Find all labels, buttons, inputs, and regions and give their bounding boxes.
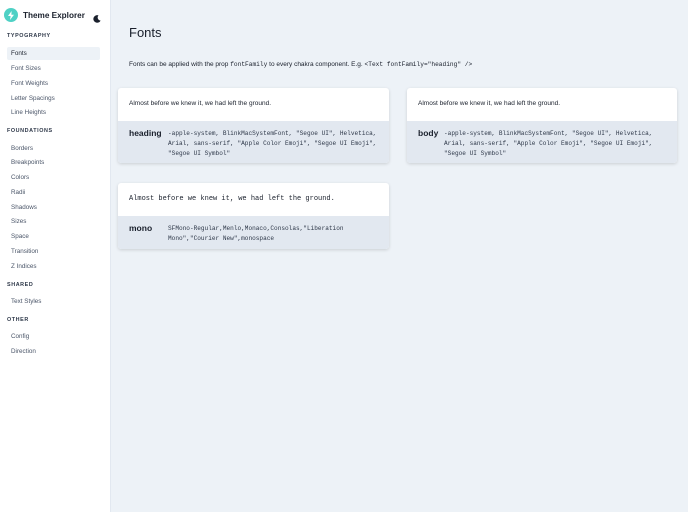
main-content: Fonts Fonts can be applied with the prop… — [111, 0, 688, 512]
font-card-body: Almost before we knew it, we had left th… — [407, 88, 677, 163]
intro-code-example: <Text fontFamily="heading" /> — [364, 61, 473, 68]
sidebar-item-fonts[interactable]: Fonts — [7, 47, 100, 60]
moon-icon[interactable] — [93, 10, 101, 23]
lightning-bolt-icon — [4, 8, 18, 22]
sidebar: Theme Explorer Typography Fonts Font Siz… — [0, 0, 111, 512]
sidebar-item-letter-spacings[interactable]: Letter Spacings — [7, 92, 100, 105]
font-sample: Almost before we knew it, we had left th… — [129, 195, 335, 203]
font-card-mono: Almost before we knew it, we had left th… — [118, 183, 389, 249]
sidebar-item-direction[interactable]: Direction — [7, 345, 100, 358]
font-sample: Almost before we knew it, we had left th… — [418, 100, 560, 107]
token-value: -apple-system, BlinkMacSystemFont, "Sego… — [168, 130, 377, 157]
sidebar-item-font-sizes[interactable]: Font Sizes — [7, 62, 100, 75]
page-title: Fonts — [129, 25, 162, 40]
sidebar-item-line-heights[interactable]: Line Heights — [7, 106, 100, 119]
font-token: mono SFMono-Regular,Menlo,Monaco,Consola… — [118, 216, 389, 249]
sidebar-item-z-indices[interactable]: Z Indices — [7, 260, 100, 273]
section-other: Other — [7, 317, 29, 323]
font-token: body -apple-system, BlinkMacSystemFont, … — [407, 121, 677, 163]
font-card-heading: Almost before we knew it, we had left th… — [118, 88, 389, 163]
intro-text-part-2: to every chakra component. E.g. — [269, 61, 363, 68]
sidebar-item-colors[interactable]: Colors — [7, 171, 100, 184]
section-typography: Typography — [7, 33, 51, 39]
sidebar-item-text-styles[interactable]: Text Styles — [7, 295, 100, 308]
section-shared: Shared — [7, 282, 34, 288]
intro-text-part-1: Fonts can be applied with the prop — [129, 61, 229, 68]
sidebar-item-radii[interactable]: Radii — [7, 186, 100, 199]
font-sample: Almost before we knew it, we had left th… — [129, 100, 271, 107]
token-value: SFMono-Regular,Menlo,Monaco,Consolas,"Li… — [168, 225, 344, 242]
token-value: -apple-system, BlinkMacSystemFont, "Sego… — [444, 130, 653, 157]
sidebar-item-breakpoints[interactable]: Breakpoints — [7, 156, 100, 169]
sidebar-item-borders[interactable]: Borders — [7, 142, 100, 155]
sidebar-item-space[interactable]: Space — [7, 230, 100, 243]
token-name: body — [418, 128, 439, 138]
sidebar-item-font-weights[interactable]: Font Weights — [7, 77, 100, 90]
sidebar-item-transition[interactable]: Transition — [7, 245, 100, 258]
sidebar-item-sizes[interactable]: Sizes — [7, 215, 100, 228]
sidebar-item-shadows[interactable]: Shadows — [7, 201, 100, 214]
token-name: mono — [129, 223, 153, 233]
font-token: heading -apple-system, BlinkMacSystemFon… — [118, 121, 389, 163]
intro-text: Fonts can be applied with the prop fontF… — [129, 60, 472, 69]
brand[interactable]: Theme Explorer — [4, 7, 85, 23]
sidebar-item-config[interactable]: Config — [7, 330, 100, 343]
section-foundations: Foundations — [7, 128, 53, 134]
app-title: Theme Explorer — [23, 10, 85, 20]
intro-code-prop: fontFamily — [230, 61, 268, 68]
token-name: heading — [129, 128, 162, 138]
